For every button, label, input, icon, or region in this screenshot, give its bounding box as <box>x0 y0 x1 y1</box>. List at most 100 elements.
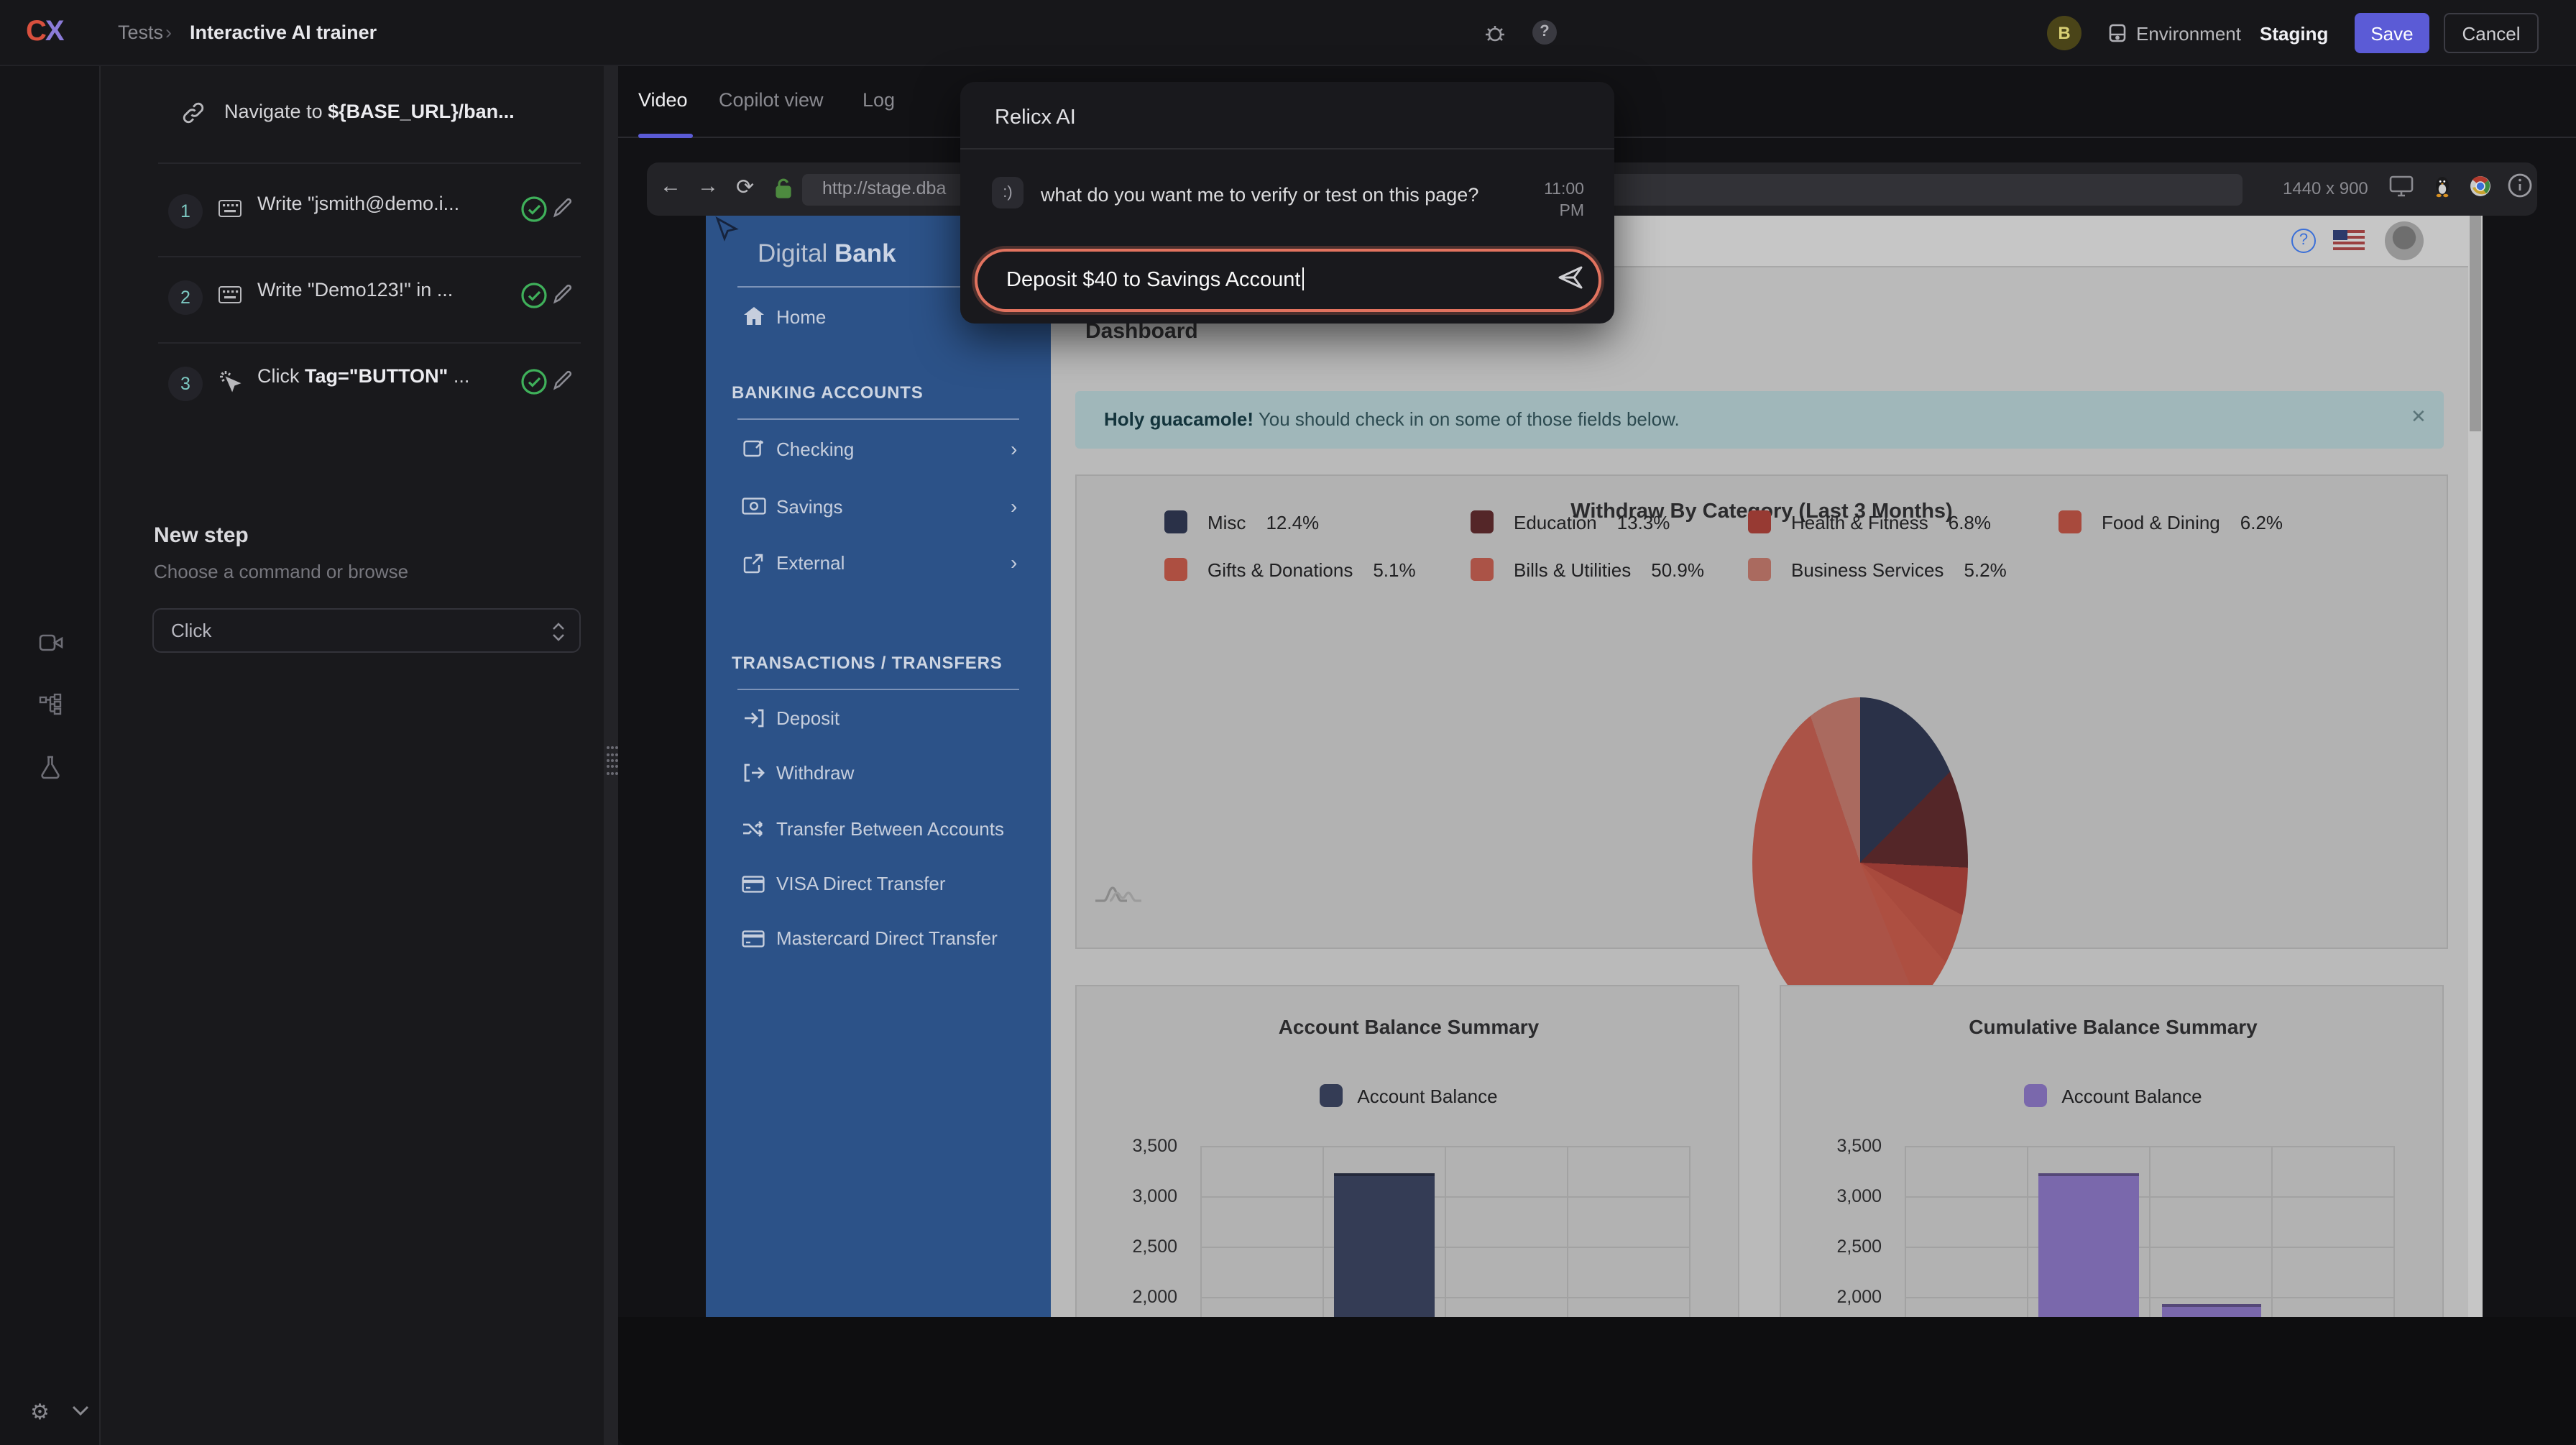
browser-back-icon[interactable]: ← <box>660 174 681 198</box>
edit-pencil-icon[interactable] <box>552 370 574 391</box>
alert-close-icon[interactable]: ✕ <box>2411 405 2426 428</box>
pie-chart <box>1752 697 1968 1028</box>
active-tab-underline <box>638 134 693 138</box>
save-button[interactable]: Save <box>2355 13 2429 53</box>
bank-sidebar: Digital Bank Home BANKING ACCOUNTS Check… <box>706 216 1051 1317</box>
mastercard-icon <box>742 930 765 948</box>
nav-deposit[interactable]: Deposit <box>776 707 840 729</box>
home-icon <box>743 306 765 326</box>
divider <box>737 418 1019 420</box>
bar[interactable] <box>2038 1173 2139 1317</box>
legend-item[interactable]: Misc12.4% <box>1164 510 1319 533</box>
bar-chart-legend[interactable]: Account Balance <box>1077 1084 1739 1107</box>
message-timestamp: 11:00PM <box>1532 180 1584 223</box>
step-row[interactable]: Click Tag="BUTTON" ... <box>257 365 469 387</box>
step-success-icon <box>520 282 548 309</box>
info-icon[interactable] <box>2507 173 2533 198</box>
chat-bubble-icon: :) <box>992 177 1024 208</box>
linux-os-icon <box>2432 174 2452 198</box>
legend-item[interactable]: Health & Fitness6.8% <box>1748 510 1991 533</box>
tab-copilot-view[interactable]: Copilot view <box>719 89 824 111</box>
user-avatar[interactable]: B <box>2047 16 2082 50</box>
cancel-button[interactable]: Cancel <box>2444 13 2539 53</box>
flask-icon[interactable] <box>39 755 62 779</box>
send-icon[interactable] <box>1557 265 1586 290</box>
assistant-message: what do you want me to verify or test on… <box>1041 184 1478 206</box>
nav-savings[interactable]: Savings <box>776 496 843 518</box>
nav-visa-direct-transfer[interactable]: VISA Direct Transfer <box>776 873 946 894</box>
y-tick: 3,000 <box>1781 1186 1882 1206</box>
nav-withdraw[interactable]: Withdraw <box>776 762 854 784</box>
cx-logo[interactable]: CX <box>26 16 63 49</box>
edit-pencil-icon[interactable] <box>552 283 574 305</box>
sitemap-icon[interactable] <box>39 693 63 716</box>
viewport-resolution: 1440 x 900 <box>2283 178 2368 198</box>
us-flag-icon[interactable] <box>2333 230 2365 250</box>
popup-title: Relicx AI <box>995 106 1076 129</box>
environment-icon <box>2107 23 2128 43</box>
breadcrumb-tests[interactable]: Tests <box>118 22 163 43</box>
chevron-right-icon: › <box>1011 551 1017 574</box>
legend-item[interactable]: Bills & Utilities50.9% <box>1471 558 1704 581</box>
chevron-right-icon: › <box>1011 495 1017 518</box>
video-viewport[interactable]: Digital Bank Home BANKING ACCOUNTS Check… <box>706 216 2468 1317</box>
gear-icon[interactable]: ⚙ <box>30 1399 50 1425</box>
section-transactions: TRANSACTIONS / TRANSFERS <box>732 653 1003 673</box>
chrome-browser-icon <box>2470 175 2491 197</box>
test-steps-panel: Navigate to ${BASE_URL}/ban... 1 Write "… <box>101 66 604 1445</box>
browser-forward-icon[interactable]: → <box>697 174 719 198</box>
drag-handle[interactable] <box>605 745 618 776</box>
step-success-icon <box>520 196 548 223</box>
command-select[interactable]: Click <box>152 608 581 653</box>
legend-item[interactable]: Education13.3% <box>1471 510 1670 533</box>
deposit-icon <box>743 709 765 728</box>
browser-reload-icon[interactable]: ⟳ <box>736 174 754 200</box>
mouse-cursor-icon <box>712 216 740 244</box>
nav-home[interactable]: Home <box>776 306 826 328</box>
help-icon[interactable]: ? <box>1532 20 1557 45</box>
divider <box>158 162 581 164</box>
step-row[interactable]: Write "Demo123!" in ... <box>257 279 453 301</box>
step-row[interactable]: Write "jsmith@demo.i... <box>257 193 459 214</box>
bank-logo: Digital Bank <box>758 239 896 269</box>
url-text: http://stage.dba <box>822 178 946 198</box>
left-icon-rail: ⚙ + <box>0 66 101 1445</box>
link-icon <box>183 102 204 124</box>
bar-chart-legend[interactable]: Account Balance <box>1781 1084 2444 1107</box>
click-cursor-icon <box>218 370 242 393</box>
bug-icon[interactable] <box>1484 22 1506 45</box>
monitor-icon[interactable] <box>2389 175 2414 197</box>
tab-log[interactable]: Log <box>862 89 895 111</box>
edit-pencil-icon[interactable] <box>552 197 574 219</box>
chevron-down-icon[interactable] <box>72 1405 89 1416</box>
legend-item[interactable]: Food & Dining6.2% <box>2058 510 2283 533</box>
nav-checking[interactable]: Checking <box>776 439 854 460</box>
bar[interactable] <box>2162 1304 2261 1317</box>
nav-transfer-between-accounts[interactable]: Transfer Between Accounts <box>776 818 1004 840</box>
nav-mastercard-direct-transfer[interactable]: Mastercard Direct Transfer <box>776 927 998 949</box>
tab-video[interactable]: Video <box>638 89 688 111</box>
divider <box>737 689 1019 690</box>
y-tick: 2,500 <box>1077 1237 1177 1257</box>
scrollbar-thumb[interactable] <box>2470 216 2481 431</box>
breadcrumb-page-title: Interactive AI trainer <box>190 22 377 43</box>
step-success-icon <box>520 368 548 395</box>
alert-text: Holy guacamole! You should check in on s… <box>1104 408 1680 430</box>
video-camera-icon[interactable] <box>39 633 63 653</box>
bar[interactable] <box>1334 1173 1435 1317</box>
divider <box>158 256 581 257</box>
step-number: 2 <box>168 280 203 315</box>
plot-area <box>1905 1146 2395 1317</box>
bank-help-icon[interactable]: ? <box>2291 229 2316 253</box>
step-navigate[interactable]: Navigate to ${BASE_URL}/ban... <box>224 101 515 122</box>
withdraw-icon <box>743 763 765 782</box>
environment-value[interactable]: Staging <box>2260 23 2328 45</box>
legend-item[interactable]: Business Services5.2% <box>1748 558 2007 581</box>
relicx-ai-popup: Relicx AI :) what do you want me to veri… <box>960 82 1614 324</box>
bank-user-avatar[interactable] <box>2385 221 2424 260</box>
nav-external[interactable]: External <box>776 552 845 574</box>
savings-icon <box>742 497 766 515</box>
y-tick: 2,000 <box>1781 1287 1882 1307</box>
legend-item[interactable]: Gifts & Donations5.1% <box>1164 558 1416 581</box>
y-tick: 2,500 <box>1781 1237 1882 1257</box>
